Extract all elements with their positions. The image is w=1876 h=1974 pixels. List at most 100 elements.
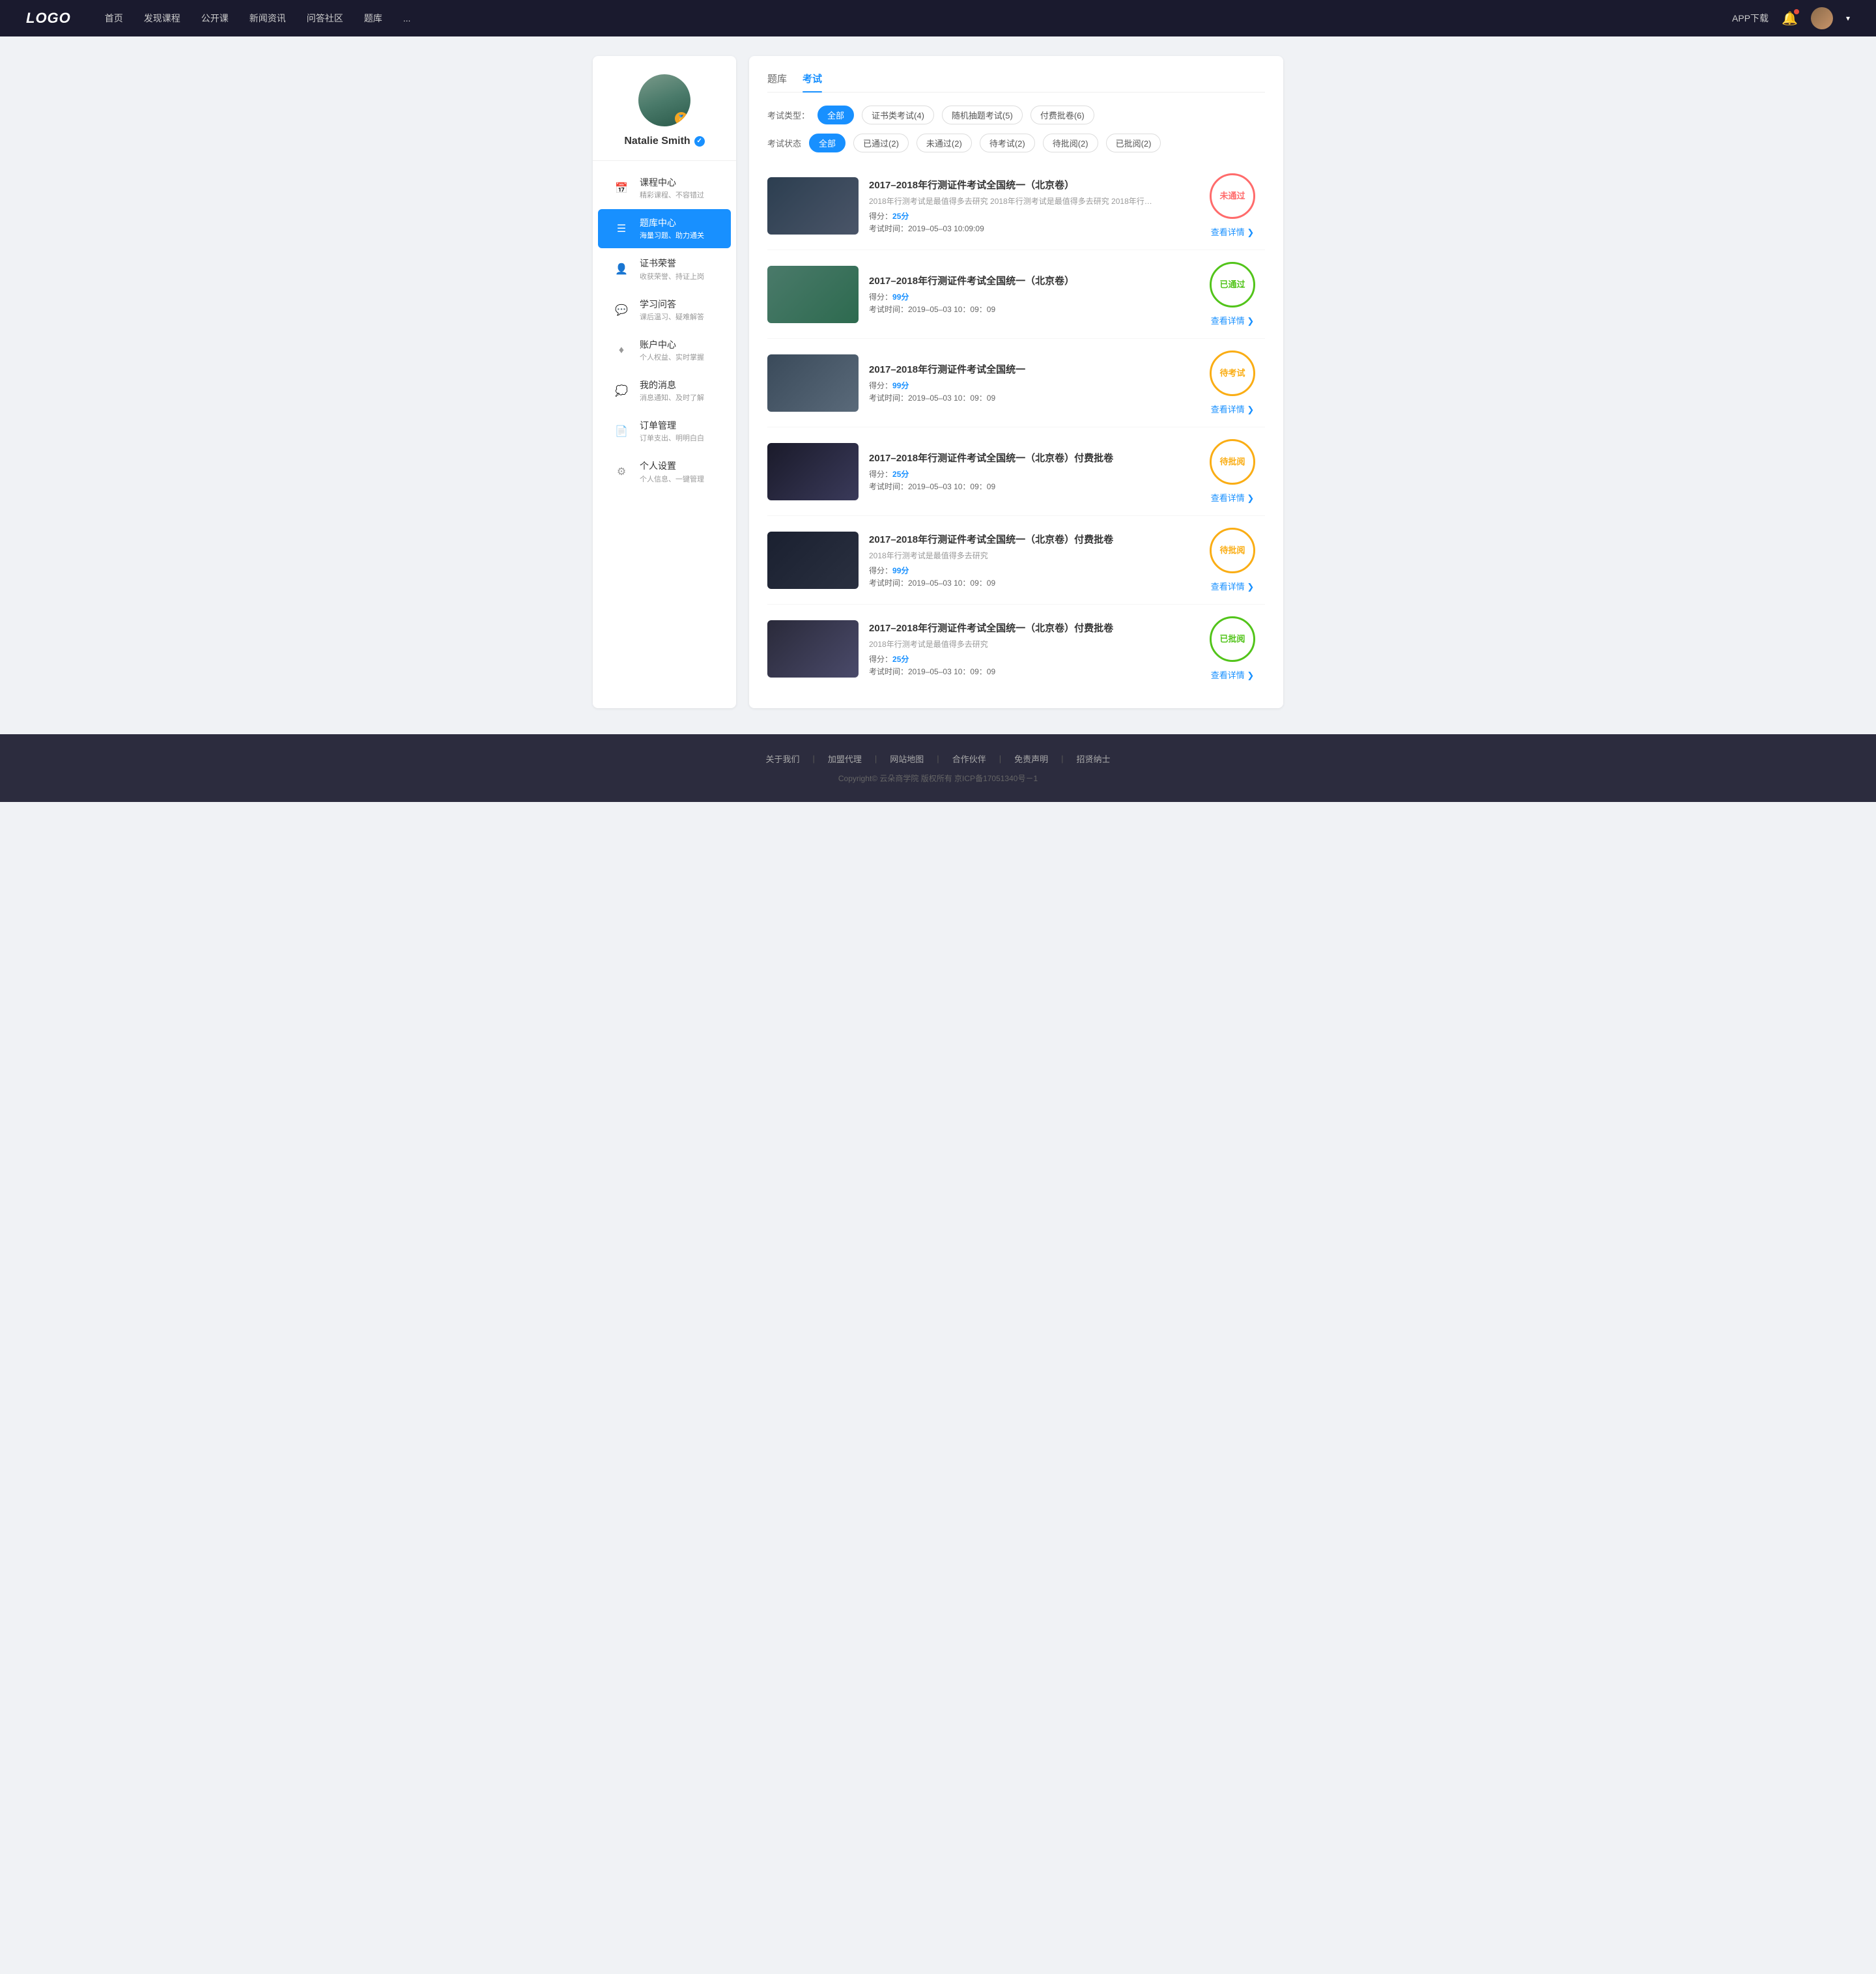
exam-stamp-2: 待考试: [1210, 350, 1255, 396]
sidebar-menu: 📅 课程中心 精彩课程、不容错过 ☰ 题库中心 海量习题、助力通关 👤 证书荣誉…: [593, 161, 736, 500]
exam-action-4: 待批阅 查看详情 ❯: [1200, 528, 1265, 592]
exam-list: 2017–2018年行测证件考试全国统一（北京卷） 2018年行测考试是最值得多…: [767, 162, 1265, 693]
footer-link-1[interactable]: 加盟代理: [828, 752, 862, 765]
filter-status-btn-2[interactable]: 未通过(2): [917, 134, 972, 152]
footer-copyright: Copyright© 云朵商学院 版权所有 京ICP备17051340号－1: [26, 773, 1850, 784]
filter-type-btn-1[interactable]: 证书类考试(4): [862, 106, 934, 124]
sidebar-item-settings[interactable]: ⚙ 个人设置 个人信息、一键管理: [598, 452, 731, 491]
filter-status-btn-0[interactable]: 全部: [809, 134, 846, 152]
filter-type-btn-3[interactable]: 付费批卷(6): [1030, 106, 1094, 124]
exam-detail-link-4[interactable]: 查看详情 ❯: [1211, 580, 1255, 592]
filter-status-btn-1[interactable]: 已通过(2): [853, 134, 909, 152]
exam-time-3: 考试时间：2019–05–03 10：09：09: [869, 481, 1189, 492]
exam-meta-1: 得分：99分 考试时间：2019–05–03 10：09：09: [869, 291, 1189, 315]
filter-status-btn-3[interactable]: 待考试(2): [980, 134, 1035, 152]
user-menu-chevron[interactable]: ▾: [1846, 14, 1850, 23]
sidebar-item-subtitle-course: 精彩课程、不容错过: [640, 190, 718, 200]
sidebar-item-orders[interactable]: 📄 订单管理 订单支出、明明白白: [598, 412, 731, 451]
exam-thumb-0: [767, 177, 859, 235]
exam-detail-link-2[interactable]: 查看详情 ❯: [1211, 403, 1255, 415]
footer-divider-5: |: [1061, 754, 1063, 764]
exam-detail-link-1[interactable]: 查看详情 ❯: [1211, 314, 1255, 326]
tab-question-bank[interactable]: 题库: [767, 72, 787, 92]
exam-meta-3: 得分：25分 考试时间：2019–05–03 10：09：09: [869, 468, 1189, 492]
nav-question-bank[interactable]: 题库: [364, 12, 382, 25]
exam-score-2: 得分：99分: [869, 380, 1189, 391]
exam-desc-4: 2018年行测考试是最值得多去研究: [869, 550, 1189, 561]
sidebar-item-subtitle-qa: 课后温习、疑难解答: [640, 311, 718, 322]
filter-status-btn-5[interactable]: 已批阅(2): [1106, 134, 1161, 152]
app-download-link[interactable]: APP下载: [1732, 12, 1769, 25]
exam-info-5: 2017–2018年行测证件考试全国统一（北京卷）付费批卷 2018年行测考试是…: [869, 621, 1189, 677]
user-avatar[interactable]: [1811, 7, 1833, 29]
footer-link-3[interactable]: 合作伙伴: [952, 752, 986, 765]
tab-exam[interactable]: 考试: [803, 72, 822, 92]
orders-icon: 📄: [611, 421, 632, 442]
sidebar-item-qa[interactable]: 💬 学习问答 课后温习、疑难解答: [598, 291, 731, 330]
nav-news[interactable]: 新闻资讯: [249, 12, 286, 25]
exam-score-1: 得分：99分: [869, 291, 1189, 302]
sidebar-item-title-qa: 学习问答: [640, 298, 718, 310]
footer-divider-4: |: [999, 754, 1001, 764]
sidebar-item-account[interactable]: ♦ 账户中心 个人权益、实时掌握: [598, 331, 731, 370]
sidebar-item-subtitle-account: 个人权益、实时掌握: [640, 352, 718, 362]
footer-link-4[interactable]: 免责声明: [1014, 752, 1048, 765]
exam-meta-2: 得分：99分 考试时间：2019–05–03 10：09：09: [869, 380, 1189, 403]
sidebar-item-subtitle-messages: 消息通知、及时了解: [640, 392, 718, 403]
footer-link-5[interactable]: 招贤纳士: [1077, 752, 1111, 765]
verified-icon: ✓: [694, 136, 705, 147]
sidebar-item-messages[interactable]: 💭 我的消息 消息通知、及时了解: [598, 371, 731, 410]
notification-bell[interactable]: 🔔: [1782, 10, 1798, 27]
sidebar-item-subtitle-question-bank: 海量习题、助力通关: [640, 230, 718, 240]
settings-icon: ⚙: [611, 461, 632, 482]
exam-detail-link-3[interactable]: 查看详情 ❯: [1211, 491, 1255, 504]
exam-meta-5: 得分：25分 考试时间：2019–05–03 10：09：09: [869, 653, 1189, 677]
content-area: 题库 考试 考试类型： 全部证书类考试(4)随机抽题考试(5)付费批卷(6) 考…: [749, 56, 1283, 708]
qa-icon: 💬: [611, 300, 632, 321]
sidebar-item-question-bank[interactable]: ☰ 题库中心 海量习题、助力通关: [598, 209, 731, 248]
exam-score-4: 得分：99分: [869, 565, 1189, 576]
exam-thumb-4: [767, 532, 859, 589]
footer-link-2[interactable]: 网站地图: [890, 752, 924, 765]
course-icon: 📅: [611, 178, 632, 199]
exam-time-1: 考试时间：2019–05–03 10：09：09: [869, 304, 1189, 315]
exam-score-3: 得分：25分: [869, 468, 1189, 479]
sidebar-item-title-settings: 个人设置: [640, 460, 718, 472]
filter-status-btn-4[interactable]: 待批阅(2): [1043, 134, 1098, 152]
filter-type-btn-2[interactable]: 随机抽题考试(5): [942, 106, 1023, 124]
exam-info-1: 2017–2018年行测证件考试全国统一（北京卷） 得分：99分 考试时间：20…: [869, 274, 1189, 315]
notification-dot: [1794, 9, 1799, 14]
exam-info-4: 2017–2018年行测证件考试全国统一（北京卷）付费批卷 2018年行测考试是…: [869, 532, 1189, 588]
certificate-icon: 👤: [611, 259, 632, 279]
exam-title-5: 2017–2018年行测证件考试全国统一（北京卷）付费批卷: [869, 621, 1189, 635]
sidebar-item-title-question-bank: 题库中心: [640, 217, 718, 229]
sidebar-item-course[interactable]: 📅 课程中心 精彩课程、不容错过: [598, 169, 731, 208]
filter-type-btn-0[interactable]: 全部: [817, 106, 854, 124]
exam-detail-link-0[interactable]: 查看详情 ❯: [1211, 225, 1255, 238]
sidebar: 🏅 Natalie Smith ✓ 📅 课程中心 精彩课程、不容错过 ☰ 题库中…: [593, 56, 736, 708]
exam-desc-0: 2018年行测考试是最值得多去研究 2018年行测考试是最值得多去研究 2018…: [869, 195, 1189, 207]
nav-more[interactable]: ...: [403, 13, 411, 23]
logo[interactable]: LOGO: [26, 10, 71, 27]
filter-status-label: 考试状态: [767, 137, 801, 149]
sidebar-item-subtitle-orders: 订单支出、明明白白: [640, 433, 718, 443]
nav-home[interactable]: 首页: [105, 12, 123, 25]
exam-action-0: 未通过 查看详情 ❯: [1200, 173, 1265, 238]
exam-action-5: 已批阅 查看详情 ❯: [1200, 616, 1265, 681]
nav-open-course[interactable]: 公开课: [201, 12, 229, 25]
sidebar-username: Natalie Smith ✓: [624, 136, 704, 147]
exam-item-3: 2017–2018年行测证件考试全国统一（北京卷）付费批卷 得分：25分 考试时…: [767, 427, 1265, 516]
footer-link-0[interactable]: 关于我们: [765, 752, 799, 765]
exam-detail-link-5[interactable]: 查看详情 ❯: [1211, 668, 1255, 681]
sidebar-item-certificate[interactable]: 👤 证书荣誉 收获荣誉、持证上岗: [598, 250, 731, 289]
nav-courses[interactable]: 发现课程: [144, 12, 180, 25]
main-wrapper: 🏅 Natalie Smith ✓ 📅 课程中心 精彩课程、不容错过 ☰ 题库中…: [580, 56, 1296, 708]
exam-title-2: 2017–2018年行测证件考试全国统一: [869, 362, 1189, 376]
exam-desc-5: 2018年行测考试是最值得多去研究: [869, 638, 1189, 650]
exam-time-4: 考试时间：2019–05–03 10：09：09: [869, 577, 1189, 588]
exam-title-1: 2017–2018年行测证件考试全国统一（北京卷）: [869, 274, 1189, 287]
footer-divider-3: |: [937, 754, 939, 764]
exam-title-3: 2017–2018年行测证件考试全国统一（北京卷）付费批卷: [869, 451, 1189, 465]
nav-qa[interactable]: 问答社区: [307, 12, 343, 25]
sidebar-item-title-messages: 我的消息: [640, 379, 718, 391]
